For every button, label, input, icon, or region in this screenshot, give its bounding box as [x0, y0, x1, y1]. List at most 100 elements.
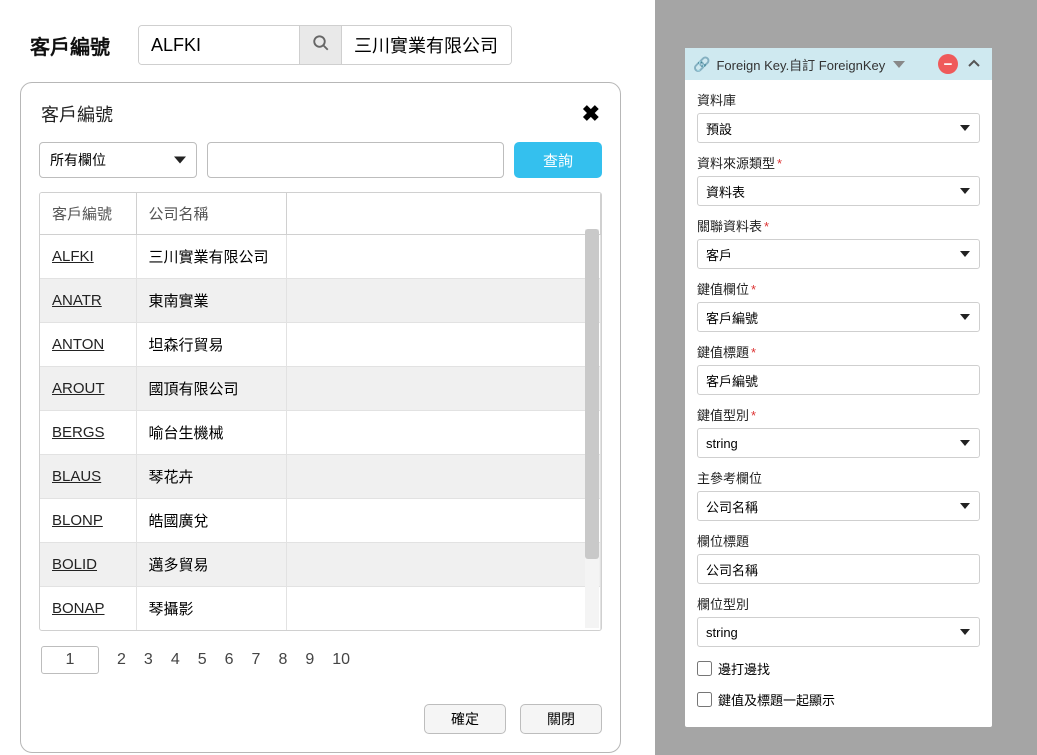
- prop-check-show_both[interactable]: 鍵值及標題一起顯示: [697, 690, 980, 709]
- page-link[interactable]: 5: [198, 651, 207, 669]
- chevron-down-icon: [893, 61, 905, 68]
- row-name-cell: 東南實業: [136, 279, 286, 323]
- scrollbar-thumb[interactable]: [585, 229, 599, 559]
- row-name-cell: 坦森行貿易: [136, 323, 286, 367]
- row-empty-cell: [286, 587, 601, 631]
- col-header-name[interactable]: 公司名稱: [136, 193, 286, 235]
- page-link[interactable]: 6: [225, 651, 234, 669]
- row-empty-cell: [286, 367, 601, 411]
- row-code-link[interactable]: ANATR: [52, 292, 102, 309]
- property-panel-header[interactable]: 🔗 Foreign Key.自訂 ForeignKey −: [685, 48, 992, 80]
- customer-code-input[interactable]: [139, 26, 299, 64]
- row-name-cell: 國頂有限公司: [136, 367, 286, 411]
- row-empty-cell: [286, 323, 601, 367]
- prop-label-key_title: 鍵值標題*: [697, 342, 980, 361]
- page-link[interactable]: 4: [171, 651, 180, 669]
- prop-select-ref_col[interactable]: 公司名稱: [697, 491, 980, 521]
- query-button[interactable]: 查詢: [514, 142, 602, 178]
- prop-input-col_title[interactable]: [697, 554, 980, 584]
- property-panel-title: Foreign Key.自訂 ForeignKey: [716, 55, 885, 74]
- foreign-key-icon: 🔗: [693, 56, 710, 73]
- page-link[interactable]: 8: [278, 651, 287, 669]
- close-icon: ✖: [582, 101, 600, 126]
- dialog-close-button[interactable]: ✖: [582, 103, 600, 125]
- prop-label-col_type: 欄位型別: [697, 594, 980, 613]
- results-grid: 客戶編號 公司名稱 ALFKI 三川實業有限公司 ANATR 東南實業 ANTON 坦森行…: [39, 192, 602, 631]
- col-header-empty: [286, 193, 601, 235]
- page-link[interactable]: 2: [117, 651, 126, 669]
- dialog-ok-button[interactable]: 確定: [424, 704, 506, 734]
- prop-label-source_type: 資料來源類型*: [697, 153, 980, 172]
- chevron-down-icon: [174, 157, 186, 164]
- lookup-dialog: 客戶編號 ✖ 所有欄位 查詢 客戶編號 公司名稱: [20, 82, 621, 753]
- prop-select-source_type[interactable]: 資料表: [697, 176, 980, 206]
- table-row[interactable]: BOLID 邁多貿易: [40, 543, 601, 587]
- checkbox-incremental[interactable]: [697, 661, 712, 676]
- table-row[interactable]: ALFKI 三川實業有限公司: [40, 235, 601, 279]
- prop-label-col_title: 欄位標題: [697, 531, 980, 550]
- filter-field-value: 所有欄位: [50, 150, 106, 170]
- checkbox-show_both[interactable]: [697, 692, 712, 707]
- row-name-cell: 琴花卉: [136, 455, 286, 499]
- table-row[interactable]: ANATR 東南實業: [40, 279, 601, 323]
- dialog-title: 客戶編號: [41, 101, 113, 127]
- row-empty-cell: [286, 411, 601, 455]
- row-name-cell: 邁多貿易: [136, 543, 286, 587]
- row-code-link[interactable]: BLAUS: [52, 468, 101, 485]
- required-star: *: [777, 156, 782, 171]
- check-label: 邊打邊找: [718, 659, 770, 678]
- page-link[interactable]: 7: [252, 651, 261, 669]
- remove-button[interactable]: −: [938, 54, 958, 74]
- table-row[interactable]: BLAUS 琴花卉: [40, 455, 601, 499]
- lookup-search-button[interactable]: [299, 26, 341, 64]
- lookup-input-group: 三川實業有限公司: [138, 25, 512, 65]
- search-icon: [312, 34, 330, 57]
- row-empty-cell: [286, 279, 601, 323]
- prop-input-key_title[interactable]: [697, 365, 980, 395]
- prop-select-key_type[interactable]: string: [697, 428, 980, 458]
- required-star: *: [751, 282, 756, 297]
- required-star: *: [751, 345, 756, 360]
- row-code-link[interactable]: BOLID: [52, 556, 97, 573]
- page-link[interactable]: 10: [332, 651, 350, 669]
- prop-select-key_col[interactable]: 客戶編號: [697, 302, 980, 332]
- dialog-close-button-footer[interactable]: 關閉: [520, 704, 602, 734]
- page-current[interactable]: 1: [41, 646, 99, 674]
- row-name-cell: 琴攝影: [136, 587, 286, 631]
- page-link[interactable]: 3: [144, 651, 153, 669]
- required-star: *: [764, 219, 769, 234]
- row-code-link[interactable]: BONAP: [52, 600, 105, 617]
- row-code-link[interactable]: ANTON: [52, 336, 104, 353]
- prop-label-key_type: 鍵值型別*: [697, 405, 980, 424]
- prop-check-incremental[interactable]: 邊打邊找: [697, 659, 980, 678]
- row-code-link[interactable]: BERGS: [52, 424, 105, 441]
- prop-label-ref_col: 主參考欄位: [697, 468, 980, 487]
- prop-select-rel_table[interactable]: 客戶: [697, 239, 980, 269]
- row-name-cell: 喻台生機械: [136, 411, 286, 455]
- row-code-link[interactable]: BLONP: [52, 512, 103, 529]
- row-empty-cell: [286, 543, 601, 587]
- filter-text-input[interactable]: [207, 142, 504, 178]
- table-row[interactable]: BONAP 琴攝影: [40, 587, 601, 631]
- row-name-cell: 三川實業有限公司: [136, 235, 286, 279]
- pager: 123456789 10: [21, 631, 620, 704]
- filter-field-select[interactable]: 所有欄位: [39, 142, 197, 178]
- prop-select-col_type[interactable]: string: [697, 617, 980, 647]
- table-row[interactable]: BERGS 喻台生機械: [40, 411, 601, 455]
- table-row[interactable]: ANTON 坦森行貿易: [40, 323, 601, 367]
- field-label: 客戶編號: [30, 31, 110, 60]
- col-header-code[interactable]: 客戶編號: [40, 193, 136, 235]
- customer-name-display: 三川實業有限公司: [341, 26, 511, 64]
- chevron-up-icon: [968, 58, 980, 70]
- row-empty-cell: [286, 455, 601, 499]
- table-row[interactable]: AROUT 國頂有限公司: [40, 367, 601, 411]
- prop-label-key_col: 鍵值欄位*: [697, 279, 980, 298]
- page-link[interactable]: 9: [305, 651, 314, 669]
- required-star: *: [751, 408, 756, 423]
- row-name-cell: 皓國廣兌: [136, 499, 286, 543]
- row-code-link[interactable]: ALFKI: [52, 248, 94, 265]
- collapse-button[interactable]: [964, 54, 984, 74]
- table-row[interactable]: BLONP 皓國廣兌: [40, 499, 601, 543]
- prop-select-db[interactable]: 預設: [697, 113, 980, 143]
- row-code-link[interactable]: AROUT: [52, 380, 105, 397]
